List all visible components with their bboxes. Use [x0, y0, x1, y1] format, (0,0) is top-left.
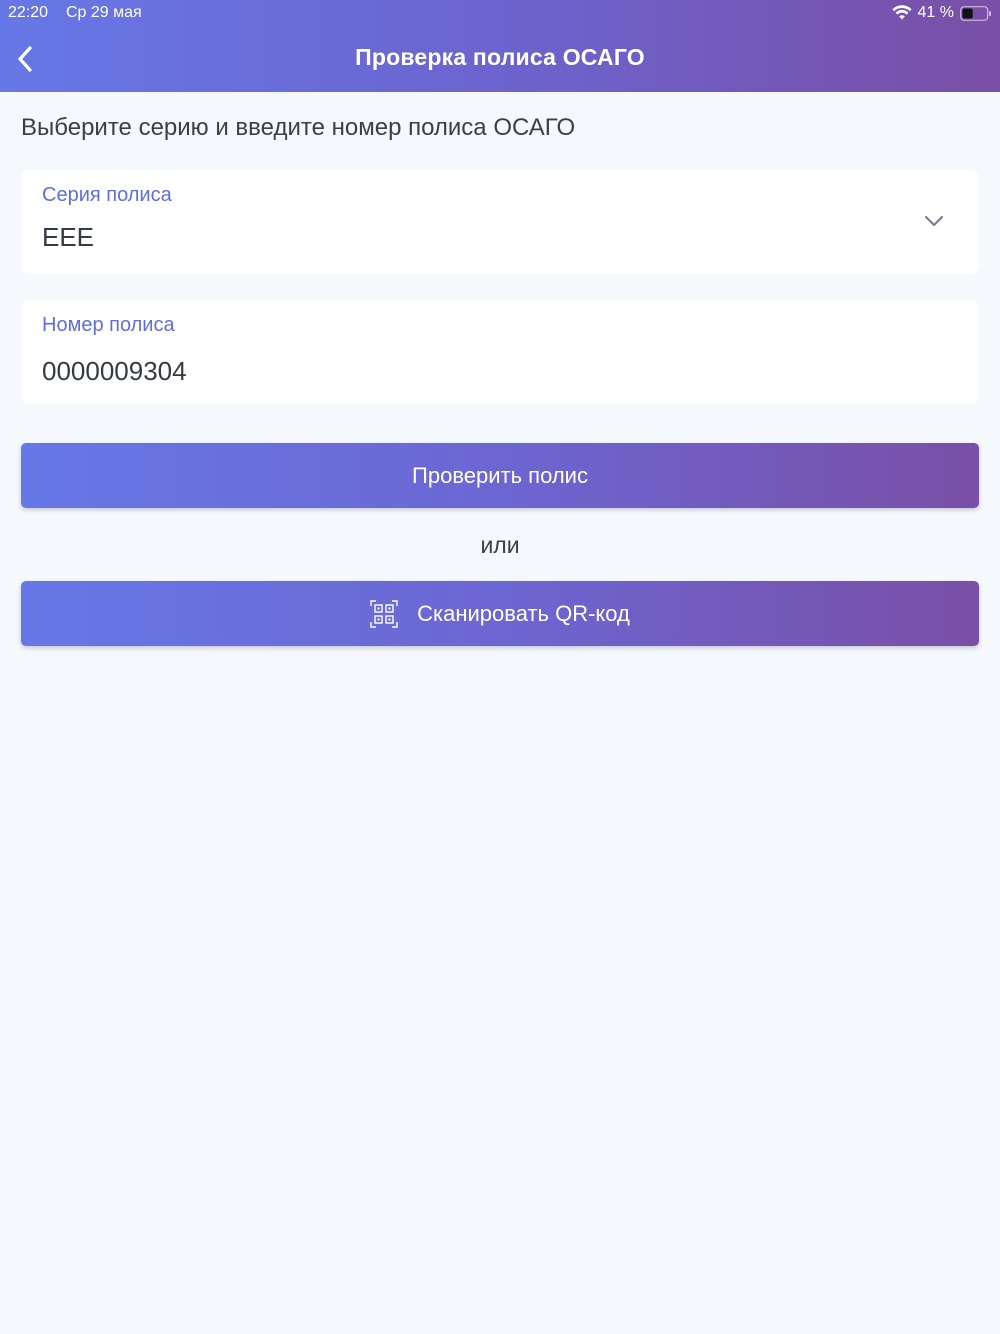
status-bar: 22:20 Ср 29 мая 41 % — [0, 0, 1000, 28]
policy-number-value[interactable]: 0000009304 — [42, 356, 187, 387]
chevron-down-icon[interactable] — [923, 214, 945, 228]
check-policy-label: Проверить полис — [412, 462, 588, 488]
status-indicators: 41 % — [891, 4, 992, 22]
series-value: ЕЕЕ — [42, 222, 95, 252]
navigation-bar: Проверка полиса ОСАГО — [0, 28, 1000, 90]
policy-number-field[interactable]: Номер полиса 0000009304 — [21, 300, 979, 404]
battery-percent: 41 % — [917, 4, 954, 21]
qr-code-icon — [370, 599, 398, 628]
series-label: Серия полиса — [42, 184, 172, 206]
status-date: Ср 29 мая — [66, 4, 142, 21]
page-title: Проверка полиса ОСАГО — [355, 44, 645, 70]
policy-number-label: Номер полиса — [42, 314, 175, 336]
wifi-icon — [891, 5, 912, 20]
top-bar: 22:20 Ср 29 мая 41 % Проверка полиса ОСА… — [0, 0, 1000, 92]
battery-icon — [960, 5, 991, 21]
status-time: 22:20 — [8, 4, 49, 21]
or-separator: или — [480, 532, 520, 558]
instruction-text: Выберите серию и введите номер полиса ОС… — [21, 114, 576, 141]
check-policy-button[interactable]: Проверить полис — [21, 443, 979, 508]
scan-qr-button[interactable]: Сканировать QR-код — [21, 581, 979, 646]
series-select[interactable]: Серия полиса ЕЕЕ — [21, 170, 979, 274]
scan-qr-label: Сканировать QR-код — [417, 600, 630, 626]
